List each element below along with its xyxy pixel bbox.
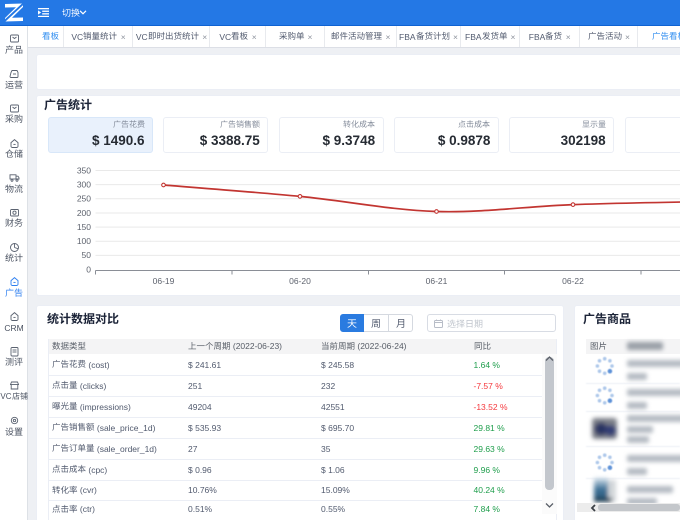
svg-text:350: 350 bbox=[77, 165, 91, 175]
svg-text:100: 100 bbox=[77, 236, 91, 246]
svg-text:06-21: 06-21 bbox=[426, 276, 448, 286]
svg-text:300: 300 bbox=[77, 179, 91, 189]
svg-text:150: 150 bbox=[77, 222, 91, 232]
svg-text:200: 200 bbox=[77, 208, 91, 218]
svg-text:0: 0 bbox=[86, 264, 91, 274]
svg-text:06-19: 06-19 bbox=[153, 276, 175, 286]
svg-text:250: 250 bbox=[77, 194, 91, 204]
svg-text:50: 50 bbox=[82, 250, 92, 260]
svg-text:06-20: 06-20 bbox=[289, 276, 311, 286]
svg-text:06-22: 06-22 bbox=[562, 276, 584, 286]
